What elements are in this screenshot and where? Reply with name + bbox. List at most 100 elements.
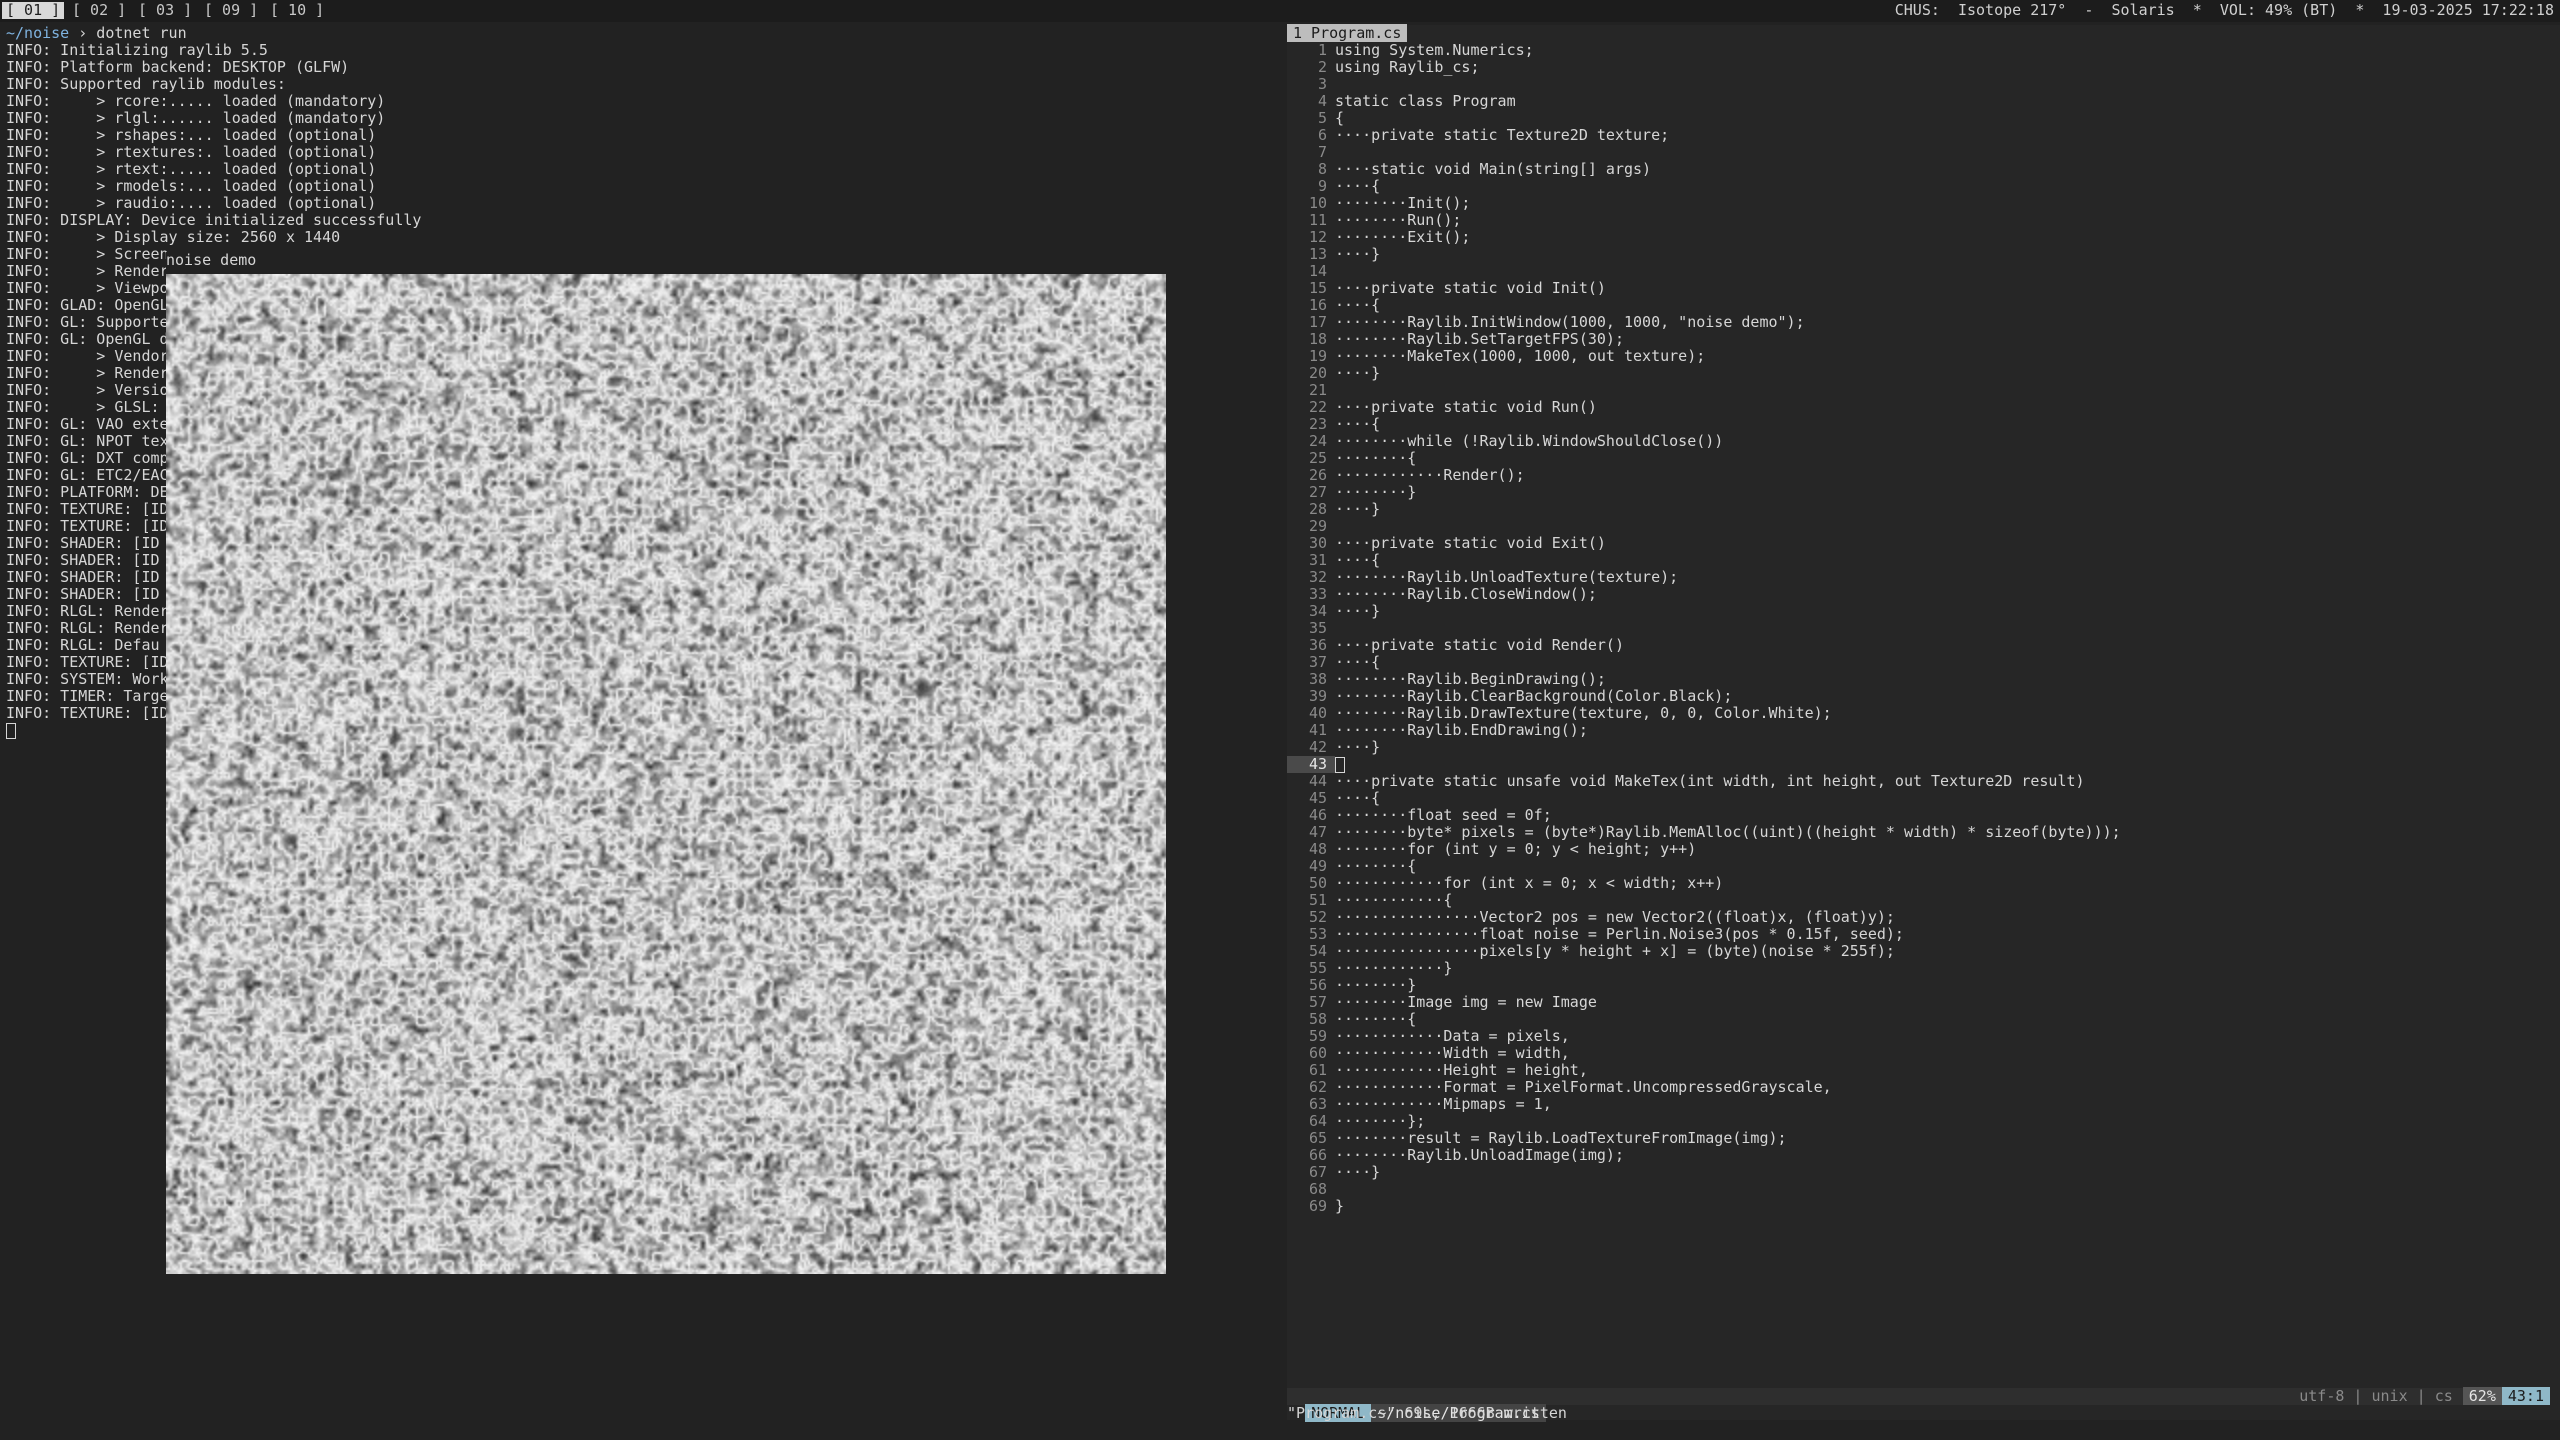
code-text: ········Init(); <box>1335 194 1471 212</box>
line-number: 39 <box>1308 687 1327 705</box>
code-text: ············for (int x = 0; x < width; x… <box>1335 874 1724 892</box>
code-text: ············} <box>1335 959 1453 977</box>
code-line: 59 ············Data = pixels, <box>1287 1028 2560 1045</box>
code-text: ············{ <box>1335 891 1453 909</box>
workspace-3[interactable]: [ 03 ] <box>134 2 196 19</box>
code-line: 30 ····private static void Exit() <box>1287 535 2560 552</box>
line-number: 1 <box>1317 41 1327 59</box>
code-text: ············Mipmaps = 1, <box>1335 1095 1552 1113</box>
code-text: ····} <box>1335 738 1381 756</box>
code-text: ····private static unsafe void MakeTex(i… <box>1335 772 2085 790</box>
code-line: 5{ <box>1287 110 2560 127</box>
code-text: ····{ <box>1335 177 1381 195</box>
noise-texture-canvas <box>166 274 1166 1274</box>
line-number: 25 <box>1308 449 1327 467</box>
code-line: 50 ············for (int x = 0; x < width;… <box>1287 875 2560 892</box>
line-number: 13 <box>1308 245 1327 263</box>
code-line: 57 ········Image img = new Image <box>1287 994 2560 1011</box>
code-line: 3 <box>1287 76 2560 93</box>
line-number: 52 <box>1308 908 1327 926</box>
code-text: ········Raylib.DrawTexture(texture, 0, 0… <box>1335 704 1832 722</box>
code-line: 47 ········byte* pixels = (byte*)Raylib.M… <box>1287 824 2560 841</box>
line-number: 59 <box>1308 1027 1327 1045</box>
raylib-window-title: noise demo <box>166 252 261 272</box>
code-text: ········{ <box>1335 1010 1417 1028</box>
terminal-line: INFO: Supported raylib modules: <box>6 75 286 93</box>
code-line: 12 ········Exit(); <box>1287 229 2560 246</box>
code-text: ····{ <box>1335 653 1381 671</box>
code-line: 25 ········{ <box>1287 450 2560 467</box>
line-number: 21 <box>1308 381 1327 399</box>
code-text: ········Raylib.UnloadImage(img); <box>1335 1146 1624 1164</box>
code-line: 29 <box>1287 518 2560 535</box>
workspace-9[interactable]: [ 09 ] <box>200 2 262 19</box>
line-number: 40 <box>1308 704 1327 722</box>
code-text: ········Raylib.CloseWindow(); <box>1335 585 1597 603</box>
line-number: 42 <box>1308 738 1327 756</box>
code-line: 28 ····} <box>1287 501 2560 518</box>
line-number: 35 <box>1308 619 1327 637</box>
line-number: 8 <box>1317 160 1327 178</box>
line-number: 28 <box>1308 500 1327 518</box>
code-text: ····} <box>1335 1163 1381 1181</box>
code-text: ········}; <box>1335 1112 1426 1130</box>
code-line: 2 using Raylib_cs; <box>1287 59 2560 76</box>
terminal-cursor <box>6 722 16 739</box>
code-line: 40 ········Raylib.DrawTexture(texture, 0,… <box>1287 705 2560 722</box>
raylib-window[interactable]: noise demo <box>166 252 1167 1274</box>
code-line: 43 <box>1287 756 2560 773</box>
code-line: 11 ········Run(); <box>1287 212 2560 229</box>
code-line: 60 ············Width = width, <box>1287 1045 2560 1062</box>
line-number: 57 <box>1308 993 1327 1011</box>
line-number: 45 <box>1308 789 1327 807</box>
code-text: ········MakeTex(1000, 1000, out texture)… <box>1335 347 1706 365</box>
workspace-1[interactable]: [ 01 ] <box>2 2 65 19</box>
line-number: 46 <box>1308 806 1327 824</box>
code-line: 42 ····} <box>1287 739 2560 756</box>
line-number: 12 <box>1308 228 1327 246</box>
workspace-10[interactable]: [ 10 ] <box>266 2 328 19</box>
vim-cursor-position: 43:1 <box>2501 1387 2550 1405</box>
code-line: 55 ············} <box>1287 960 2560 977</box>
code-text: ················Vector2 pos = new Vector… <box>1335 908 1895 926</box>
code-line: 51 ············{ <box>1287 892 2560 909</box>
line-number: 44 <box>1308 772 1327 790</box>
code-line: 31 ····{ <box>1287 552 2560 569</box>
code-line: 27 ········} <box>1287 484 2560 501</box>
terminal-line: INFO: DISPLAY: Device initialized succes… <box>6 211 422 229</box>
code-line: 13 ····} <box>1287 246 2560 263</box>
line-number: 51 <box>1308 891 1327 909</box>
line-number: 9 <box>1317 177 1327 195</box>
code-text: ········while (!Raylib.WindowShouldClose… <box>1335 432 1724 450</box>
line-number: 3 <box>1317 75 1327 93</box>
code-line: 54 ················pixels[y * height + x]… <box>1287 943 2560 960</box>
code-text: ········Raylib.SetTargetFPS(30); <box>1335 330 1624 348</box>
code-area[interactable]: 1 using System.Numerics; 2 using Raylib_cs;… <box>1287 42 2560 1215</box>
code-text: ········Raylib.BeginDrawing(); <box>1335 670 1606 688</box>
code-text: ····private static void Exit() <box>1335 534 1606 552</box>
code-line: 15 ····private static void Init() <box>1287 280 2560 297</box>
line-number: 58 <box>1308 1010 1327 1028</box>
system-status: CHUS: Isotope 217° - Solaris * VOL: 49% … <box>1894 1 2554 19</box>
workspace-2[interactable]: [ 02 ] <box>68 2 130 19</box>
tab-program-cs[interactable]: 1 Program.cs <box>1287 24 1408 42</box>
line-number: 67 <box>1308 1163 1327 1181</box>
vim-encoding: utf-8 | unix | cs <box>2299 1387 2453 1405</box>
editor-pane[interactable]: 1 Program.cs 1 using System.Numerics; 2 usi… <box>1287 24 2560 1420</box>
line-number: 31 <box>1308 551 1327 569</box>
code-text: static class Program <box>1335 92 1516 110</box>
line-number: 50 <box>1308 874 1327 892</box>
terminal-line: INFO: > rshapes:... loaded (optional) <box>6 126 377 144</box>
code-line: 4 static class Program <box>1287 93 2560 110</box>
code-line: 39 ········Raylib.ClearBackground(Color.B… <box>1287 688 2560 705</box>
line-number: 29 <box>1308 517 1327 535</box>
code-line: 14 <box>1287 263 2560 280</box>
line-number: 16 <box>1308 296 1327 314</box>
code-line: 22 ····private static void Run() <box>1287 399 2560 416</box>
code-line: 48 ········for (int y = 0; y < height; y+… <box>1287 841 2560 858</box>
line-number: 6 <box>1317 126 1327 144</box>
code-line: 44 ····private static unsafe void MakeTex… <box>1287 773 2560 790</box>
code-line: 19 ········MakeTex(1000, 1000, out textur… <box>1287 348 2560 365</box>
code-text: ········Raylib.InitWindow(1000, 1000, "n… <box>1335 313 1805 331</box>
code-text: ········{ <box>1335 857 1417 875</box>
